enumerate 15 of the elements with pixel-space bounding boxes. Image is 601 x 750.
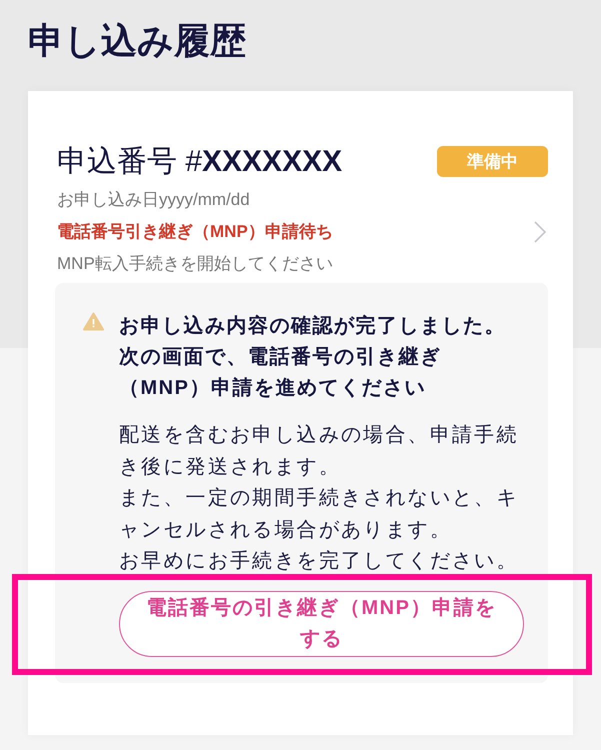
notice-text: お早めにお手続きを完了してください。: [119, 549, 519, 574]
application-number: 申込番号 #XXXXXXX: [57, 145, 342, 178]
status-message: 電話番号引き継ぎ（MNP）申請待ち: [57, 221, 333, 243]
notice-text: また、一定の期間手続きされないと、キャンセルされる場合があります。: [119, 486, 520, 542]
application-date: お申し込み日yyyy/mm/dd: [57, 189, 250, 211]
application-card[interactable]: [28, 91, 573, 735]
status-badge: 準備中: [437, 146, 548, 177]
notice-title: 次の画面で、電話番号の引き継ぎ（MNP）申請を進めてください: [119, 345, 442, 401]
notice-text: 配送を含むお申し込みの場合、申請手続き後に発送されます。: [119, 423, 520, 480]
instruction-text: MNP転入手続きを開始してください: [57, 253, 333, 275]
chevron-right-icon: [534, 221, 546, 243]
mnp-request-button[interactable]: 電話番号の引き継ぎ（MNP）申請をする: [119, 590, 524, 656]
page-title: 申し込み履歴: [28, 19, 246, 63]
notice-title: お申し込み内容の確認が完了しました。: [119, 314, 506, 339]
warning-icon: [83, 312, 104, 331]
